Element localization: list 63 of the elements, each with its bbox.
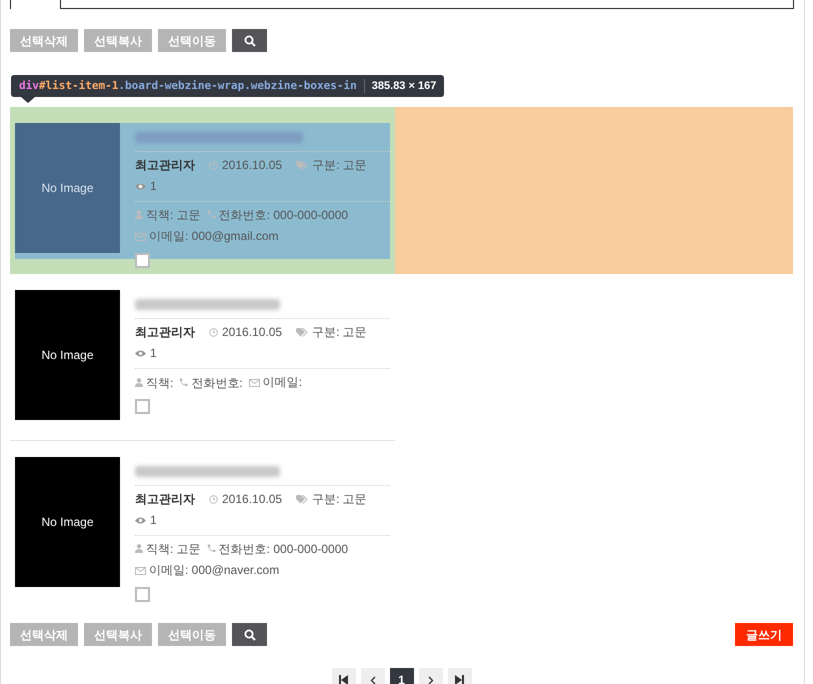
- category-label: 구분: 고문: [312, 491, 367, 508]
- page-button[interactable]: 1: [390, 668, 414, 684]
- phone-icon: [179, 378, 188, 386]
- chevron-right-icon: [428, 676, 434, 684]
- action-button[interactable]: 선택삭제: [10, 29, 78, 52]
- envelope-icon: [135, 566, 146, 574]
- author-name: 최고관리자: [135, 324, 195, 341]
- phone-icon: [206, 210, 216, 219]
- clock-icon: [209, 495, 218, 504]
- last-page-icon: [455, 675, 464, 684]
- phone-label: 전화번호: 000-000-0000: [218, 208, 348, 222]
- first-page-icon: [339, 675, 348, 684]
- post-date: 2016.10.05: [222, 157, 282, 174]
- no-image-thumbnail: No Image: [15, 457, 120, 587]
- action-button[interactable]: 선택이동: [158, 29, 226, 52]
- action-button[interactable]: 선택복사: [84, 623, 152, 646]
- position-label: 직책: 고문: [146, 208, 201, 222]
- view-count: 1: [150, 178, 157, 195]
- no-image-thumbnail: No Image: [15, 123, 120, 253]
- clock-icon: [209, 161, 218, 170]
- person-icon: [135, 544, 143, 553]
- write-button[interactable]: 글쓰기: [735, 623, 793, 646]
- tag-icon: [296, 328, 308, 337]
- author-name: 최고관리자: [135, 157, 195, 174]
- envelope-icon: [248, 378, 260, 386]
- search-icon: [244, 628, 256, 640]
- action-button[interactable]: 선택삭제: [10, 623, 78, 646]
- position-label: 직책: 고문: [146, 542, 201, 556]
- search-button[interactable]: [232, 623, 267, 646]
- search-icon: [244, 34, 256, 46]
- phone-label: 전화번호:: [191, 376, 243, 390]
- author-name: 최고관리자: [135, 491, 195, 508]
- selector-text: div#list-item-1.board-webzine-wrap.webzine-boxes-in: [19, 78, 357, 94]
- select-checkbox[interactable]: [135, 398, 150, 414]
- view-count: 1: [150, 512, 157, 529]
- eye-icon: [135, 517, 146, 524]
- tag-icon: [296, 495, 308, 504]
- no-image-thumbnail: No Image: [15, 290, 120, 420]
- person-icon: [135, 210, 143, 219]
- clock-icon: [209, 328, 218, 337]
- eye-icon: [135, 350, 146, 357]
- email-label: 이메일:: [262, 374, 302, 391]
- view-count: 1: [150, 345, 157, 362]
- email-label: 이메일: 000@gmail.com: [149, 228, 279, 245]
- envelope-icon: [135, 232, 146, 240]
- phone-icon: [206, 544, 216, 553]
- phone-label: 전화번호: 000-000-0000: [218, 542, 348, 556]
- position-label: 직책:: [146, 376, 174, 390]
- post-date: 2016.10.05: [222, 324, 282, 341]
- chevron-left-icon: [370, 676, 376, 684]
- action-button[interactable]: 선택복사: [84, 29, 152, 52]
- eye-icon: [135, 183, 146, 190]
- category-label: 구분: 고문: [312, 324, 367, 341]
- search-button[interactable]: [232, 29, 267, 52]
- tag-icon: [296, 161, 308, 170]
- person-icon: [135, 378, 143, 386]
- email-label: 이메일: 000@naver.com: [149, 562, 280, 579]
- action-button[interactable]: 선택이동: [158, 623, 226, 646]
- post-date: 2016.10.05: [222, 491, 282, 508]
- size-text: 385.83 × 167: [372, 78, 436, 94]
- category-label: 구분: 고문: [312, 157, 367, 174]
- select-checkbox[interactable]: [135, 252, 150, 268]
- select-checkbox[interactable]: [135, 586, 150, 602]
